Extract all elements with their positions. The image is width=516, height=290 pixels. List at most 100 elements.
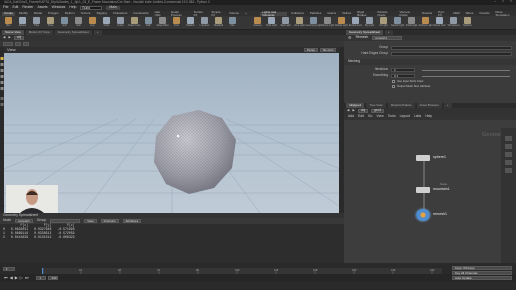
shelf-tab[interactable]: Texture [79,12,93,16]
jump-start-icon[interactable]: ⏮ [4,276,8,280]
shelf-tool-camera[interactable]: Camera [252,16,263,29]
viewport-path-obj[interactable]: obj [13,36,25,40]
shelf-tool-stereo-cam[interactable]: Stereo Cam [433,16,446,29]
shelf-tool-tube[interactable]: Tube [31,16,42,29]
main-tab[interactable]: Main [106,5,120,11]
shelf-tab[interactable]: Hair Utils [153,10,167,16]
shelf-tab[interactable]: Drive Simulation [494,10,516,16]
spreadsheet-group-field[interactable] [50,219,81,223]
shelf-tab[interactable]: Polygon [46,12,61,16]
shelf-tab[interactable]: Vellum [340,12,353,16]
spreadsheet-attributes-button[interactable]: Attributes [122,219,142,223]
shelf-tab[interactable]: Rigid Bodies [355,10,373,16]
shelf-tab[interactable]: Simple FX [209,10,225,16]
shelf-tab[interactable]: Create [2,11,16,16]
shelf-tool-distant-light[interactable]: Distant Light [335,16,348,29]
tab-add-param[interactable]: + [385,30,393,35]
shelf-tool-platonic[interactable]: Platonic [185,16,196,29]
gear-icon[interactable]: ⚙ [348,36,352,40]
menu-windows[interactable]: Windows [52,5,66,9]
shelf-tool-path[interactable]: Path [143,16,154,29]
node-remesh1[interactable]: remesh1 [416,209,447,221]
param-field-smoothing[interactable]: 0.1 [391,74,415,78]
shelf-tool-gi-light[interactable]: GI Light [378,16,389,29]
shelf-tab[interactable]: Wires [464,12,476,16]
shelf-tab[interactable]: Lights and Cameras [260,10,287,16]
shelf-tool-area-light[interactable]: Area Light [294,16,305,29]
step-forward-icon[interactable]: ▷ [20,276,23,280]
shelf-tool-volume-light[interactable]: Volume Light [321,16,334,29]
checkbox-use-input-color[interactable] [392,80,395,83]
shelf-tool-null[interactable]: Null [73,16,84,29]
spreadsheet-intrinsics-button[interactable]: Intrinsics [100,219,119,223]
snap-button[interactable] [23,42,29,46]
checkbox-output-mesh-size[interactable] [392,85,395,88]
key-all-channels-button[interactable]: Key All Channels [452,271,512,275]
shelf-tool-ambient-light[interactable]: Ambient Light [418,16,433,29]
shelf-tool-torus[interactable]: Torus [45,16,56,29]
shelf-tab[interactable]: Grains [325,12,338,16]
node-mountain1[interactable]: mountain1 [416,187,450,193]
shelf-tool-draw-curve[interactable]: Draw Curve [128,16,141,29]
table-row[interactable]: 2 0.0441839 0.0131512 -0.606323 [0,236,78,240]
menu-render[interactable]: Render [22,5,33,9]
play-icon[interactable]: ▶ [15,276,18,280]
shelf-tool-environment[interactable]: Environment [349,16,362,29]
shelf-tool-portal-light[interactable]: Portal Light [406,16,417,29]
shelf-tool-file[interactable]: File [227,16,238,29]
shelf-tool-geometry-light[interactable]: Geometry Light [306,16,321,29]
shelf-tool-vr-camera[interactable]: VR Camera [448,16,460,29]
menu-edit[interactable]: Edit [12,5,18,9]
view-mode-button[interactable] [3,42,13,46]
shelf-tool-spot-light[interactable]: Spot Light [280,16,291,29]
shelf-tab[interactable]: Viscous Fluids [397,10,417,16]
shelf-tab[interactable]: Particles [308,12,324,16]
shelf-tab[interactable]: + [243,12,249,16]
shelf-tool-metaball[interactable]: Metaball [213,16,224,29]
shelf-tab[interactable]: Characters [111,12,130,16]
shelf-tool-sky-light[interactable]: Sky Light [364,16,375,29]
shelf-tab[interactable]: Volume [227,12,241,16]
shelf-tab[interactable]: Particle Fluids [375,10,395,16]
jump-end-icon[interactable]: ⏭ [25,276,29,280]
shelf-tab[interactable]: Oceans [420,12,434,16]
shelf-tool-caustic-light[interactable]: Caustic Light [391,16,404,29]
smoothing-slider[interactable] [422,75,510,77]
camera-menu[interactable]: No cam [320,48,337,52]
param-field-hard-edges[interactable] [391,52,512,56]
shelf-tool-grid[interactable]: Grid [59,16,70,29]
scene-viewport[interactable] [4,53,339,213]
step-back-icon[interactable]: ◀ [10,276,13,280]
shelf-tool-line[interactable]: Line [87,16,98,29]
shelf-tool-curve[interactable]: Curve [115,16,126,29]
iterations-slider[interactable] [422,69,510,71]
start-frame-field[interactable]: 1 [36,276,47,280]
menu-file[interactable]: File [3,5,8,9]
shelf-tool-switcher[interactable]: Switcher [462,16,473,29]
shelf-tab[interactable]: Deform [63,12,77,16]
persp-menu[interactable]: Persp [304,48,318,52]
param-section-meshing[interactable]: Meshing [344,59,516,65]
node-sphere1[interactable]: sphere1 [416,155,446,161]
shelf-tool-spray-paint[interactable]: Spray Paint [157,16,168,29]
node-mountain1-body[interactable] [416,187,430,193]
shelf-tab[interactable]: Modify [17,12,30,16]
node-remesh1-body[interactable] [416,209,430,221]
shelf-tab[interactable]: Collisions [289,12,306,16]
shelf-tool-point-light[interactable]: Point Light [266,16,277,29]
shelf-tab[interactable]: Pyro FX [436,10,449,16]
shelf-tab[interactable]: Rigging [95,12,109,16]
desktop-selector[interactable]: Build [80,6,103,10]
shelf-tool-box[interactable]: Box [3,16,14,29]
node-name-field[interactable]: remesh1 [372,36,403,40]
end-frame-field[interactable]: 240 [48,276,59,280]
back-arrow-icon[interactable]: ◀ [3,36,5,39]
shelf-tool-font[interactable]: Font [171,16,182,29]
select-mode-button[interactable] [15,42,21,46]
shelf-tool-l-system[interactable]: L-System [199,16,210,29]
auto-update-button[interactable]: Auto Update [452,276,512,280]
node-sphere1-body[interactable] [416,155,430,161]
forward-arrow-icon[interactable]: ▶ [8,36,10,39]
shelf-tab[interactable]: FEM [451,12,461,16]
shelf-tab[interactable]: Model [32,12,44,16]
